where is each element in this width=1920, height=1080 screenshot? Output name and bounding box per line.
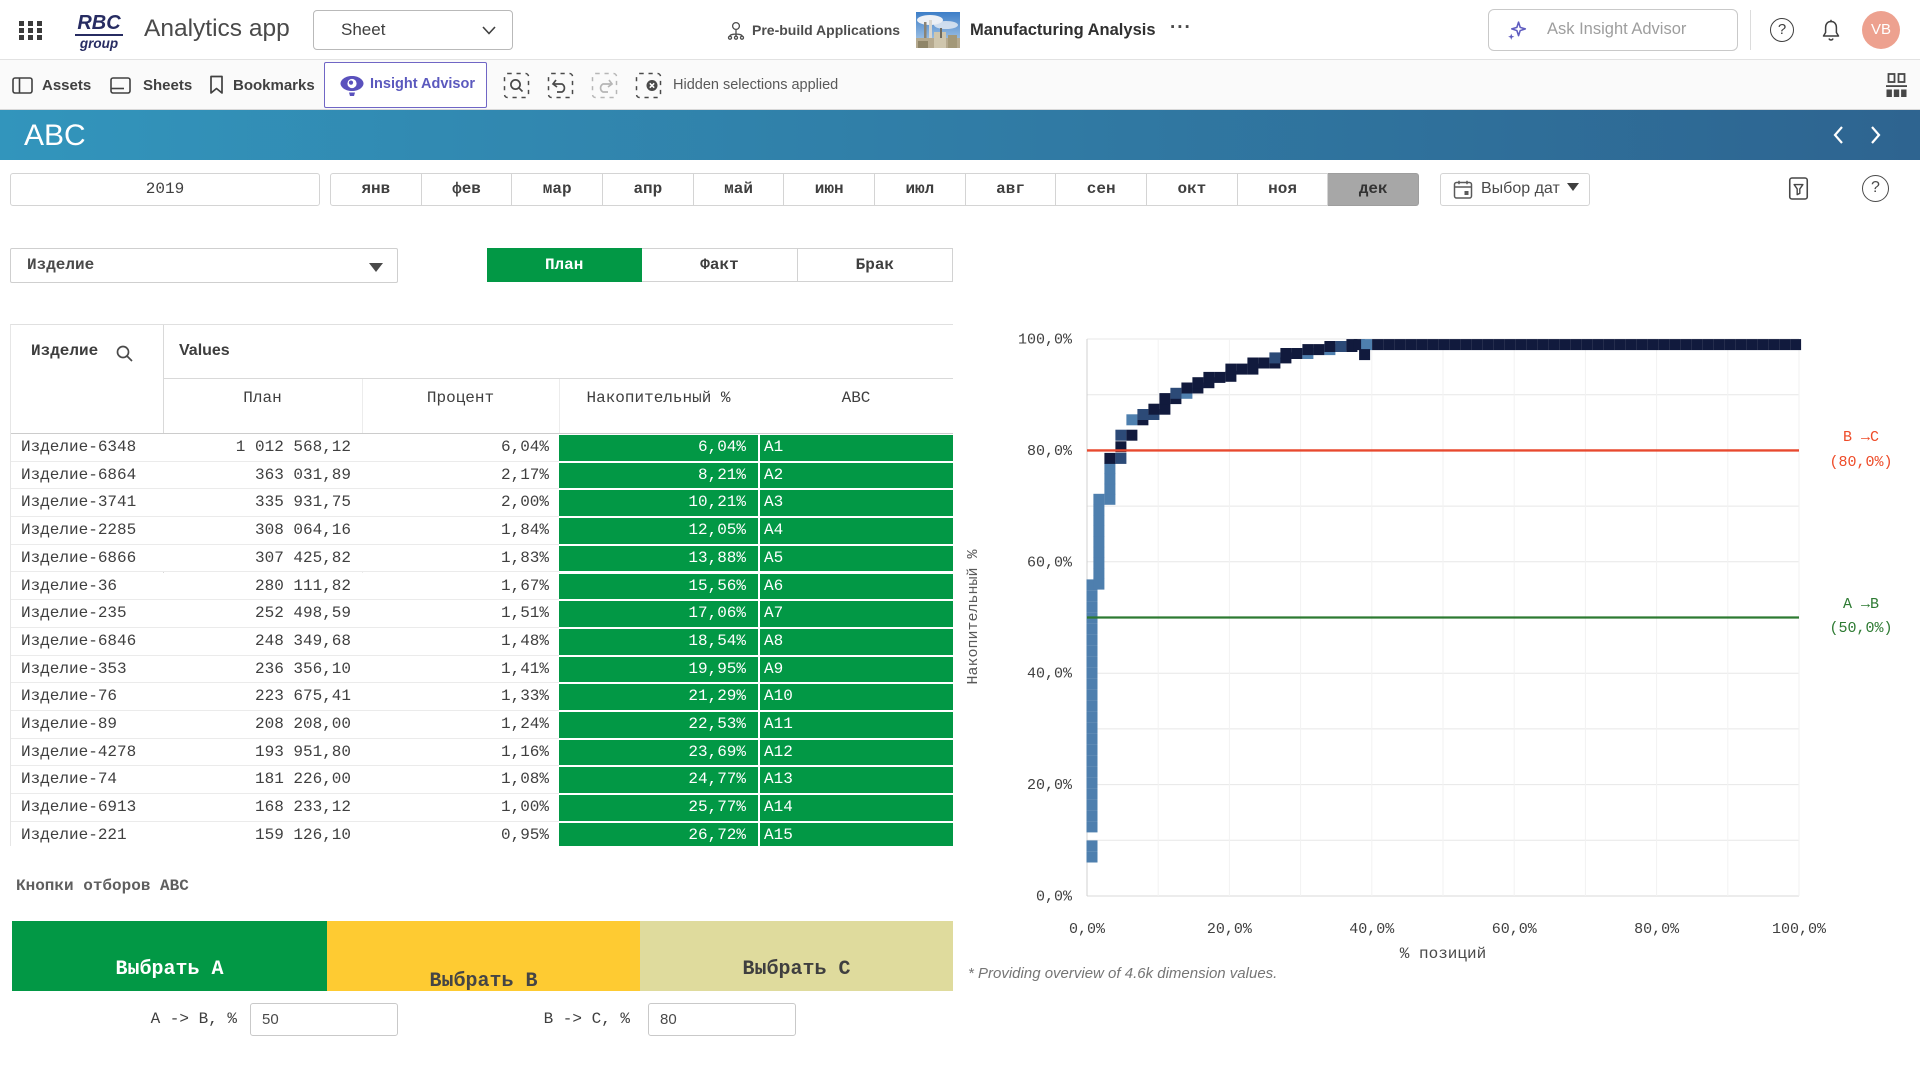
svg-text:100,0%: 100,0% (1772, 921, 1827, 938)
svg-text:100,0%: 100,0% (1018, 332, 1073, 349)
svg-text:40,0%: 40,0% (1027, 666, 1073, 683)
svg-text:0,0%: 0,0% (1036, 889, 1073, 906)
svg-text:80,0%: 80,0% (1634, 921, 1680, 938)
svg-text:20,0%: 20,0% (1207, 921, 1253, 938)
svg-text:0,0%: 0,0% (1069, 921, 1106, 938)
svg-text:Накопительный %: Накопительный % (965, 548, 982, 684)
svg-text:80,0%: 80,0% (1027, 443, 1073, 460)
svg-text:60,0%: 60,0% (1027, 554, 1073, 571)
svg-text:% позиций: % позиций (1400, 945, 1486, 963)
svg-text:60,0%: 60,0% (1492, 921, 1538, 938)
svg-text:40,0%: 40,0% (1349, 921, 1395, 938)
svg-text:20,0%: 20,0% (1027, 777, 1073, 794)
